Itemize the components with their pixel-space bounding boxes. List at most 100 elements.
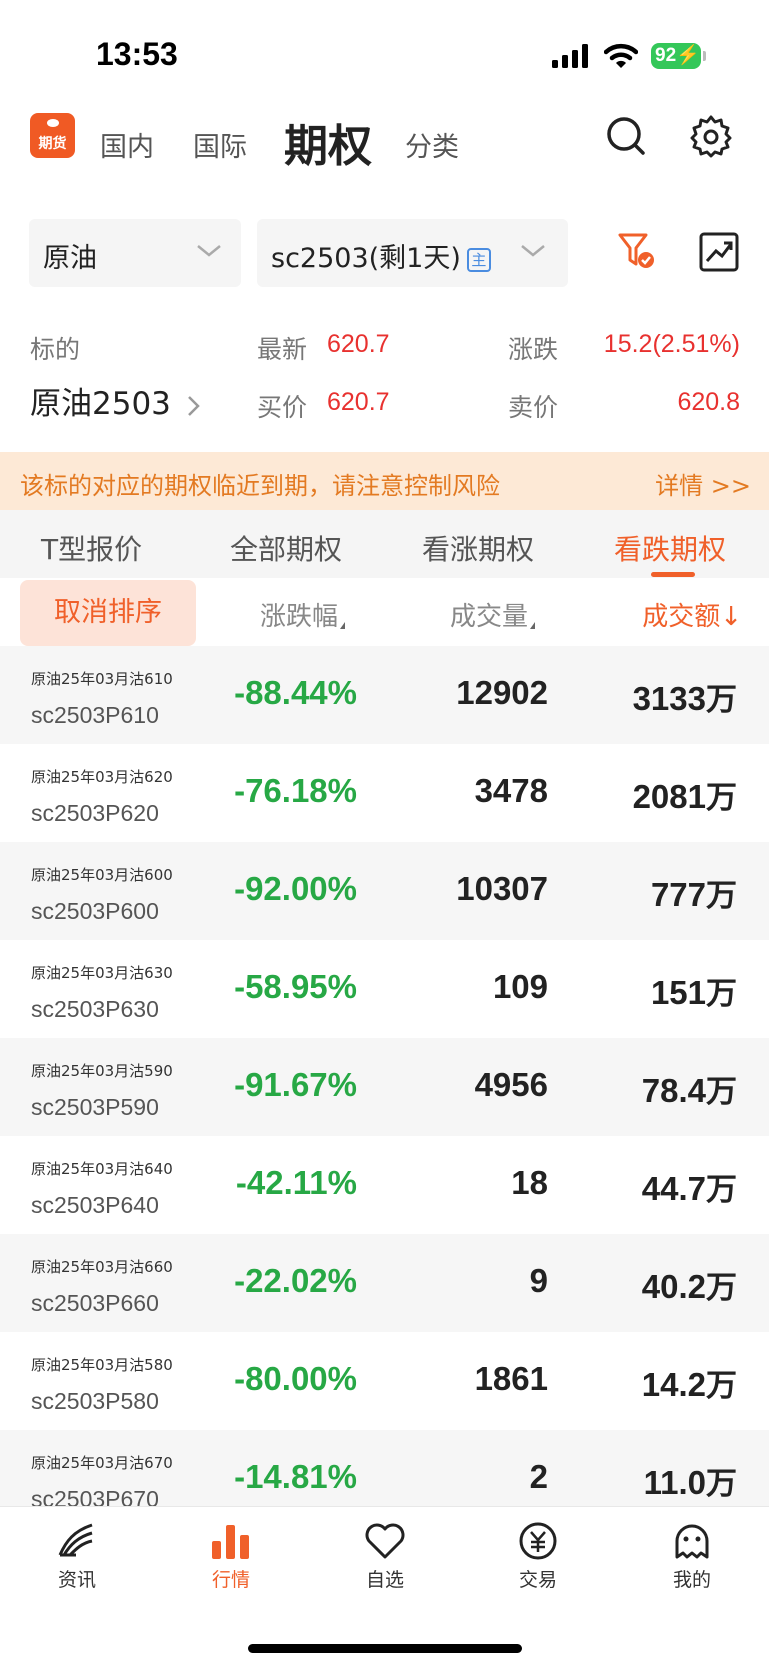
bottom-nav-profile[interactable]: 我的 xyxy=(642,1521,742,1592)
search-icon[interactable] xyxy=(604,114,648,158)
chevron-down-icon xyxy=(197,245,221,257)
sort-indicator-icon xyxy=(530,622,536,629)
warning-details-link[interactable]: 详情 >> xyxy=(655,466,751,501)
gear-icon[interactable] xyxy=(689,114,733,158)
turnover-value: 151 xyxy=(650,974,706,1011)
underlying-link[interactable]: 原油2503 xyxy=(30,378,203,423)
underlying-select[interactable]: 原油 xyxy=(29,219,241,287)
turnover: 44.7万 xyxy=(642,1164,737,1209)
option-code: sc2503P590 xyxy=(31,1094,159,1120)
expiry-warning-banner: 该标的对应的期权临近到期，请注意控制风险 详情 >> xyxy=(0,452,769,510)
volume: 18 xyxy=(511,1164,548,1201)
bid-label: 买价 xyxy=(257,393,308,422)
change-percent: -80.00% xyxy=(234,1360,357,1397)
volume: 4956 xyxy=(474,1066,548,1103)
table-row[interactable]: 原油25年03月沽640 sc2503P640 -42.11% 18 44.7万 xyxy=(0,1136,769,1234)
heart-icon xyxy=(365,1523,405,1559)
change-percent: -14.81% xyxy=(234,1458,357,1495)
turnover-value: 14.2 xyxy=(641,1366,706,1403)
nav-tab-category[interactable]: 分类 xyxy=(405,125,459,164)
nav-tab-domestic[interactable]: 国内 xyxy=(100,125,154,164)
table-row[interactable]: 原油25年03月沽660 sc2503P660 -22.02% 9 40.2万 xyxy=(0,1234,769,1332)
bid-price: 620.7 xyxy=(327,388,390,416)
sort-by-change[interactable]: 涨跌幅 xyxy=(260,596,346,633)
tab-t-quote[interactable]: T型报价 xyxy=(41,528,142,568)
contract-select[interactable]: sc2503(剩1天) 主 xyxy=(257,219,568,287)
option-name: 原油25年03月沽620 xyxy=(31,768,173,786)
turnover: 11.0万 xyxy=(644,1458,737,1503)
home-indicator xyxy=(248,1644,522,1653)
latest-price: 620.7 xyxy=(327,330,390,358)
bottom-nav-market[interactable]: 行情 xyxy=(181,1521,281,1592)
option-code: sc2503P640 xyxy=(31,1192,159,1218)
table-row[interactable]: 原油25年03月沽590 sc2503P590 -91.67% 4956 78.4万 xyxy=(0,1038,769,1136)
nav-tab-options[interactable]: 期权 xyxy=(284,110,372,174)
option-code: sc2503P630 xyxy=(31,996,159,1022)
volume: 3478 xyxy=(474,772,548,809)
bottom-nav-watchlist[interactable]: 自选 xyxy=(335,1521,435,1592)
option-name: 原油25年03月沽580 xyxy=(31,1356,173,1374)
app-logo[interactable]: 期货 xyxy=(30,113,75,158)
table-row[interactable]: 原油25年03月沽610 sc2503P610 -88.44% 12902 3133万 xyxy=(0,646,769,744)
table-row[interactable]: 原油25年03月沽630 sc2503P630 -58.95% 109 151万 xyxy=(0,940,769,1038)
table-row[interactable]: 原油25年03月沽580 sc2503P580 -80.00% 1861 14.2万 xyxy=(0,1332,769,1430)
option-name: 原油25年03月沽660 xyxy=(31,1258,173,1276)
tab-put-options[interactable]: 看跌期权 xyxy=(614,528,726,568)
option-code: sc2503P580 xyxy=(31,1388,159,1414)
change-label: 涨跌 xyxy=(508,335,559,364)
turnover: 151万 xyxy=(651,968,737,1013)
option-name: 原油25年03月沽600 xyxy=(31,866,173,884)
bottom-nav-profile-label: 我的 xyxy=(672,1569,711,1591)
battery-level: 92 xyxy=(655,45,677,66)
turnover: 777万 xyxy=(651,870,737,915)
turnover-value: 40.2 xyxy=(641,1268,706,1305)
option-code: sc2503P660 xyxy=(31,1290,159,1316)
change-percent: -42.11% xyxy=(235,1164,357,1201)
underlying-name: 原油2503 xyxy=(30,386,171,422)
sort-by-amount[interactable]: 成交额↓ xyxy=(642,596,742,633)
bottom-nav: 资讯 行情 自选 交易 我的 xyxy=(0,1506,769,1665)
option-name: 原油25年03月沽670 xyxy=(31,1454,173,1472)
status-time: 13:53 xyxy=(96,36,178,72)
option-code: sc2503P620 xyxy=(31,800,159,826)
turnover-unit: 万 xyxy=(706,780,737,816)
table-row[interactable]: 原油25年03月沽600 sc2503P600 -92.00% 10307 777万 xyxy=(0,842,769,940)
ask-price: 620.8 xyxy=(677,388,740,416)
bottom-nav-news-label: 资讯 xyxy=(57,1569,96,1591)
cancel-sort-button[interactable]: 取消排序 xyxy=(20,580,196,646)
change-percent: -92.00% xyxy=(234,870,357,907)
option-type-tabs: T型报价 全部期权 看涨期权 看跌期权 xyxy=(0,510,769,578)
change-percent: -91.67% xyxy=(234,1066,357,1103)
bottom-nav-news[interactable]: 资讯 xyxy=(27,1521,127,1592)
change-percent: -58.95% xyxy=(234,968,357,1005)
battery-indicator: 92⚡ xyxy=(651,43,701,69)
underlying-label: 标的 xyxy=(30,335,81,364)
tab-all-options[interactable]: 全部期权 xyxy=(230,528,342,568)
sort-volume-label: 成交量 xyxy=(450,602,529,632)
turnover-unit: 万 xyxy=(706,1368,737,1404)
nav-tab-international[interactable]: 国际 xyxy=(193,125,247,164)
volume: 2 xyxy=(529,1458,548,1495)
filter-icon[interactable] xyxy=(616,230,660,274)
change-value: 15.2(2.51%) xyxy=(603,330,740,358)
sort-header: 取消排序 涨跌幅 成交量 成交额↓ xyxy=(0,578,769,646)
sort-by-volume[interactable]: 成交量 xyxy=(450,596,536,633)
chevron-down-icon xyxy=(521,245,545,257)
logo-mark-icon xyxy=(47,119,59,127)
turnover-value: 777 xyxy=(650,876,706,913)
turnover-value: 11.0 xyxy=(643,1464,706,1501)
option-code: sc2503P610 xyxy=(31,702,159,728)
chevron-right-icon xyxy=(187,395,200,416)
bottom-nav-watchlist-label: 自选 xyxy=(365,1569,404,1591)
table-row[interactable]: 原油25年03月沽620 sc2503P620 -76.18% 3478 2081万 xyxy=(0,744,769,842)
tab-call-options[interactable]: 看涨期权 xyxy=(422,528,534,568)
trend-chart-icon[interactable] xyxy=(698,230,742,274)
battery-cap xyxy=(703,51,706,61)
bottom-nav-trade[interactable]: 交易 xyxy=(488,1521,588,1592)
option-name: 原油25年03月沽610 xyxy=(31,670,173,688)
main-contract-badge: 主 xyxy=(466,247,491,272)
change-percent: -88.44% xyxy=(234,674,357,711)
option-name: 原油25年03月沽640 xyxy=(31,1160,173,1178)
turnover: 3133万 xyxy=(633,674,737,719)
turnover-unit: 万 xyxy=(706,878,737,914)
